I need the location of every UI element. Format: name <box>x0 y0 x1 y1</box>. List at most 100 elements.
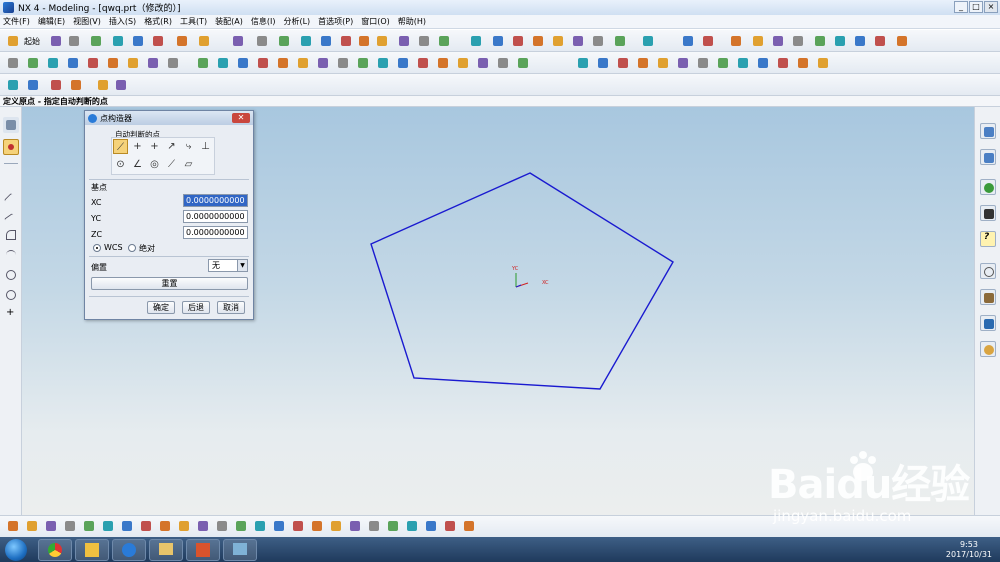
row2-tool-38-icon[interactable] <box>795 55 811 71</box>
row2-tool-7-icon[interactable] <box>125 55 141 71</box>
point-on-curve-icon[interactable]: ⟋ <box>164 157 179 172</box>
line2-icon[interactable] <box>3 207 19 227</box>
row1-tool-29-icon[interactable] <box>640 33 656 49</box>
row1-tool-18-icon[interactable] <box>396 33 412 49</box>
taskbar-clock[interactable]: 9:53 2017/10/31 <box>946 540 992 560</box>
system-materials-icon[interactable] <box>980 289 996 305</box>
row1-tool-31-icon[interactable] <box>700 33 716 49</box>
absolute-radio[interactable] <box>128 244 136 252</box>
row2-tool-24-icon[interactable] <box>475 55 491 71</box>
row1-tool-27-icon[interactable] <box>590 33 606 49</box>
bottom-tool-24-icon[interactable] <box>442 518 458 534</box>
zc-field[interactable]: 0.0000000000 <box>183 226 248 239</box>
menu-window[interactable]: 窗口(O) <box>361 16 390 27</box>
bottom-tool-25-icon[interactable] <box>461 518 477 534</box>
row2-tool-17-icon[interactable] <box>335 55 351 71</box>
roles-icon[interactable] <box>980 205 996 221</box>
row1-tool-35-icon[interactable] <box>790 33 806 49</box>
row2-tool-3-icon[interactable] <box>45 55 61 71</box>
row1-tool-11-icon[interactable] <box>254 33 270 49</box>
dialog-close-button[interactable]: ✕ <box>232 113 250 123</box>
bottom-tool-4-icon[interactable] <box>62 518 78 534</box>
web-browser-icon[interactable] <box>980 179 996 195</box>
circle-icon[interactable] <box>3 267 19 283</box>
menu-info[interactable]: 信息(I) <box>251 16 276 27</box>
row1-tool-2-icon[interactable] <box>48 33 64 49</box>
menu-preferences[interactable]: 首选项(P) <box>318 16 353 27</box>
row2-tool-39-icon[interactable] <box>815 55 831 71</box>
row2-tool-31-icon[interactable] <box>655 55 671 71</box>
row1-tool-37-icon[interactable] <box>832 33 848 49</box>
row2-tool-27-icon[interactable] <box>575 55 591 71</box>
row1-tool-7-icon[interactable] <box>150 33 166 49</box>
row1-tool-1-icon[interactable] <box>5 33 21 49</box>
row2-tool-10-icon[interactable] <box>195 55 211 71</box>
control-point-icon[interactable]: ⤷ <box>181 139 196 154</box>
bottom-tool-1-icon[interactable] <box>5 518 21 534</box>
row2-tool-26-icon[interactable] <box>515 55 531 71</box>
row1-tool-22-icon[interactable] <box>490 33 506 49</box>
row1-tool-36-icon[interactable] <box>812 33 828 49</box>
pentagon-sketch[interactable] <box>370 172 674 390</box>
bottom-tool-16-icon[interactable] <box>290 518 306 534</box>
taskbar-app-wps[interactable] <box>186 539 220 561</box>
row2-tool-4-icon[interactable] <box>65 55 81 71</box>
row1-tool-9-icon[interactable] <box>196 33 212 49</box>
row2-tool-37-icon[interactable] <box>775 55 791 71</box>
start-label[interactable]: 起始 <box>24 36 40 47</box>
row2-tool-20-icon[interactable] <box>395 55 411 71</box>
row1-tool-10-icon[interactable] <box>230 33 246 49</box>
menu-insert[interactable]: 插入(S) <box>109 16 136 27</box>
bottom-tool-7-icon[interactable] <box>119 518 135 534</box>
bottom-tool-15-icon[interactable] <box>271 518 287 534</box>
row2-tool-19-icon[interactable] <box>375 55 391 71</box>
row1-tool-12-icon[interactable] <box>276 33 292 49</box>
row2-tool-21-icon[interactable] <box>415 55 431 71</box>
bottom-tool-11-icon[interactable] <box>195 518 211 534</box>
circle2-icon[interactable] <box>3 287 19 303</box>
intersection-point-icon[interactable]: ⊥ <box>198 139 213 154</box>
row3-tool-3-icon[interactable] <box>48 77 64 93</box>
snap-icon[interactable] <box>3 117 19 133</box>
row3-tool-4-icon[interactable] <box>68 77 84 93</box>
curve-icon[interactable] <box>3 227 19 243</box>
menu-tools[interactable]: 工具(T) <box>180 16 207 27</box>
row2-tool-35-icon[interactable] <box>735 55 751 71</box>
row2-tool-30-icon[interactable] <box>635 55 651 71</box>
menu-analysis[interactable]: 分析(L) <box>283 16 310 27</box>
close-button[interactable]: × <box>984 1 998 13</box>
row1-tool-6-icon[interactable] <box>130 33 146 49</box>
row1-tool-8-icon[interactable] <box>174 33 190 49</box>
bottom-tool-3-icon[interactable] <box>43 518 59 534</box>
row3-tool-5-icon[interactable] <box>95 77 111 93</box>
row1-tool-16-icon[interactable] <box>356 33 372 49</box>
process-studio-icon[interactable] <box>980 315 996 331</box>
menu-assembly[interactable]: 装配(A) <box>215 16 243 27</box>
row2-tool-8-icon[interactable] <box>145 55 161 71</box>
row1-tool-32-icon[interactable] <box>728 33 744 49</box>
ok-button[interactable]: 确定 <box>147 301 175 314</box>
row2-tool-11-icon[interactable] <box>215 55 231 71</box>
offset-dropdown[interactable]: 无 ▼ <box>208 259 248 272</box>
wcs-radio[interactable] <box>93 244 101 252</box>
row2-tool-32-icon[interactable] <box>675 55 691 71</box>
angle-on-arc-icon[interactable]: ∠ <box>130 157 145 172</box>
bottom-tool-23-icon[interactable] <box>423 518 439 534</box>
row1-tool-15-icon[interactable] <box>338 33 354 49</box>
row1-tool-13-icon[interactable] <box>298 33 314 49</box>
row2-tool-25-icon[interactable] <box>495 55 511 71</box>
bottom-tool-8-icon[interactable] <box>138 518 154 534</box>
row2-tool-23-icon[interactable] <box>455 55 471 71</box>
row2-tool-6-icon[interactable] <box>105 55 121 71</box>
row1-tool-38-icon[interactable] <box>852 33 868 49</box>
row1-tool-17-icon[interactable] <box>374 33 390 49</box>
bottom-tool-17-icon[interactable] <box>309 518 325 534</box>
bottom-tool-20-icon[interactable] <box>366 518 382 534</box>
assembly-navigator-icon[interactable] <box>980 123 996 139</box>
row1-tool-34-icon[interactable] <box>770 33 786 49</box>
row2-tool-33-icon[interactable] <box>695 55 711 71</box>
menu-format[interactable]: 格式(R) <box>144 16 172 27</box>
bottom-tool-13-icon[interactable] <box>233 518 249 534</box>
bottom-tool-6-icon[interactable] <box>100 518 116 534</box>
row1-tool-4-icon[interactable] <box>88 33 104 49</box>
